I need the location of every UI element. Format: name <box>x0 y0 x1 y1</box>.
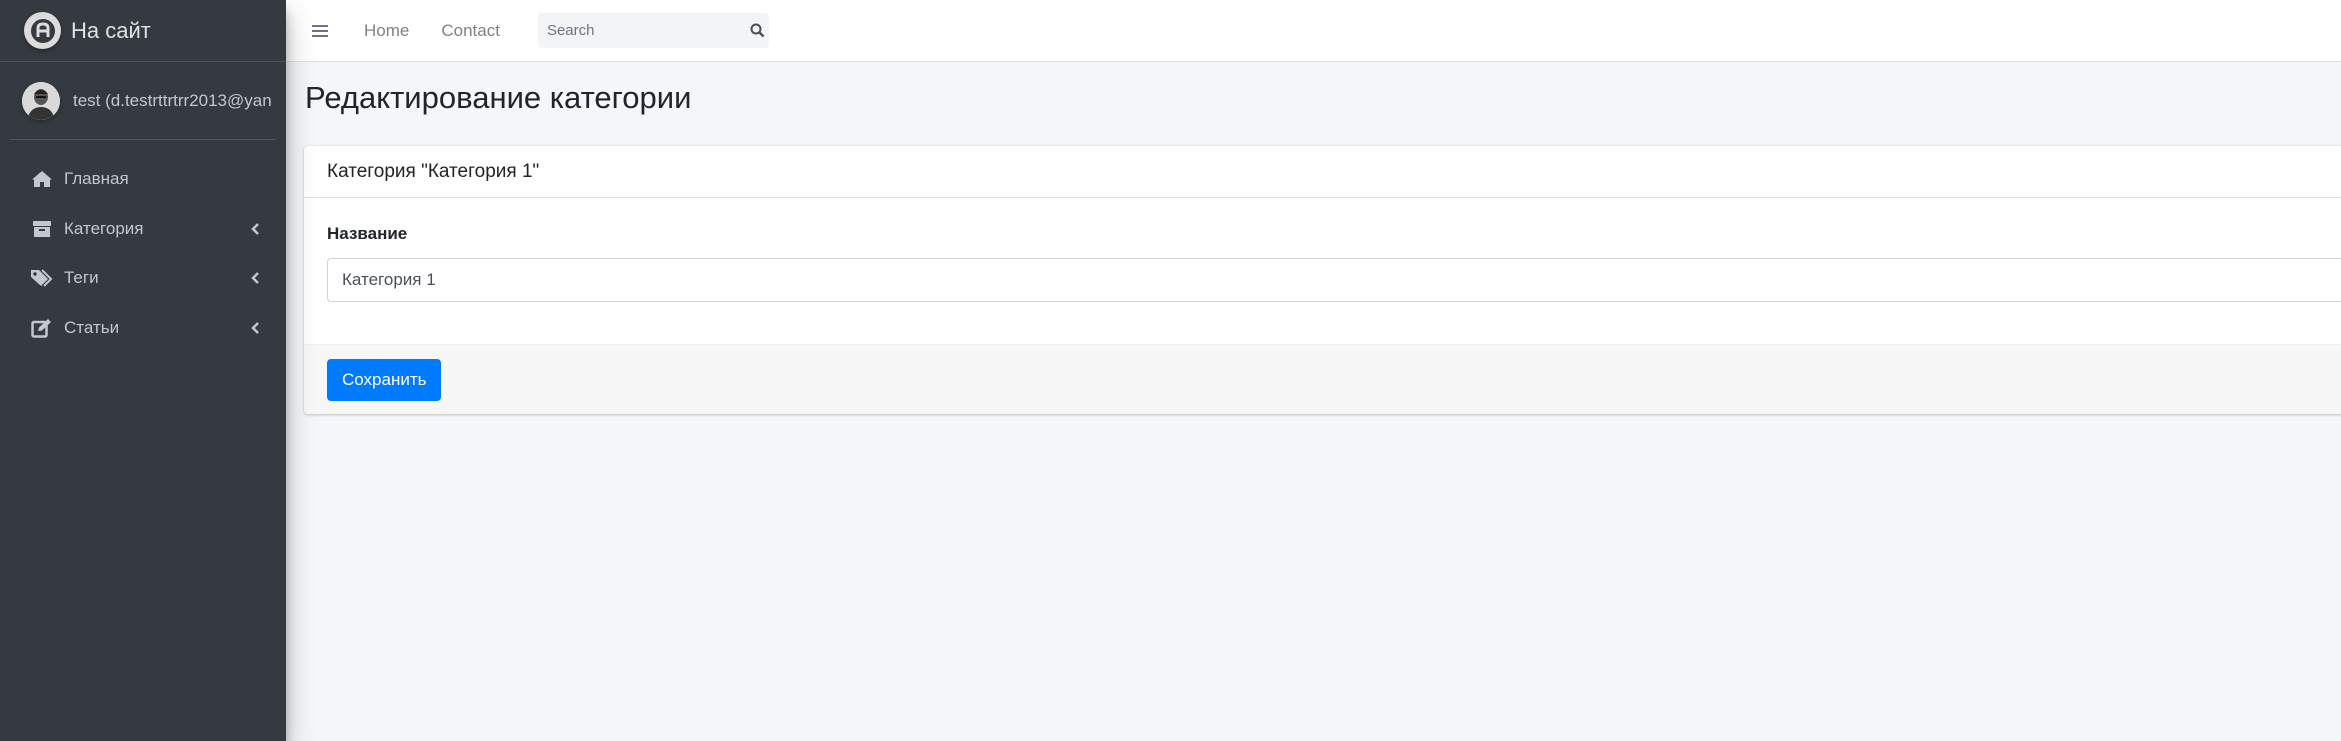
navbar-search <box>537 13 769 48</box>
card-body: Название <box>304 198 2341 344</box>
save-button[interactable]: Сохранить <box>327 358 442 401</box>
top-navbar: Home Contact <box>286 0 2341 62</box>
chevron-left-icon <box>250 271 262 285</box>
sidebar-item-label: Статьи <box>64 317 120 337</box>
sidebar-item-label: Главная <box>64 169 129 188</box>
edit-icon <box>30 317 54 339</box>
card-header: Категория "Категория 1" <box>304 146 2341 198</box>
chevron-left-icon <box>250 321 262 335</box>
sidebar-item-home[interactable]: Главная <box>10 156 276 202</box>
menu-toggle-icon[interactable] <box>300 11 340 51</box>
name-field[interactable] <box>327 258 2341 302</box>
search-icon[interactable] <box>746 13 769 48</box>
brand-text: На сайт <box>71 17 151 43</box>
card-footer: Сохранить <box>304 344 2341 414</box>
name-field-label: Название <box>327 224 408 243</box>
sidebar-item-category[interactable]: Категория <box>10 206 276 252</box>
nav-link-home[interactable]: Home <box>348 21 425 41</box>
main-sidebar: На сайт test (d.testrttrtrr2013@yan Глав… <box>0 0 286 741</box>
archive-icon <box>30 218 54 240</box>
sidebar-item-tags[interactable]: Теги <box>10 255 276 301</box>
home-icon <box>30 168 54 190</box>
search-input[interactable] <box>537 13 746 48</box>
sidebar-menu: Главная Категория Теги Статьи <box>0 156 286 351</box>
user-avatar <box>22 81 60 120</box>
brand-logo-icon <box>24 12 61 49</box>
nav-link-contact[interactable]: Contact <box>425 21 516 41</box>
tags-icon <box>30 267 54 289</box>
page-title: Редактирование категории <box>305 80 692 115</box>
edit-category-card: Категория "Категория 1" Название Сохрани… <box>304 146 2341 414</box>
user-name[interactable]: test (d.testrttrtrr2013@yan <box>73 91 272 111</box>
sidebar-item-articles[interactable]: Статьи <box>10 305 276 351</box>
chevron-left-icon <box>250 222 262 236</box>
brand-link[interactable]: На сайт <box>0 0 286 62</box>
sidebar-item-label: Теги <box>64 268 99 287</box>
user-panel[interactable]: test (d.testrttrtrr2013@yan <box>10 62 276 140</box>
sidebar-item-label: Категория <box>64 218 144 238</box>
